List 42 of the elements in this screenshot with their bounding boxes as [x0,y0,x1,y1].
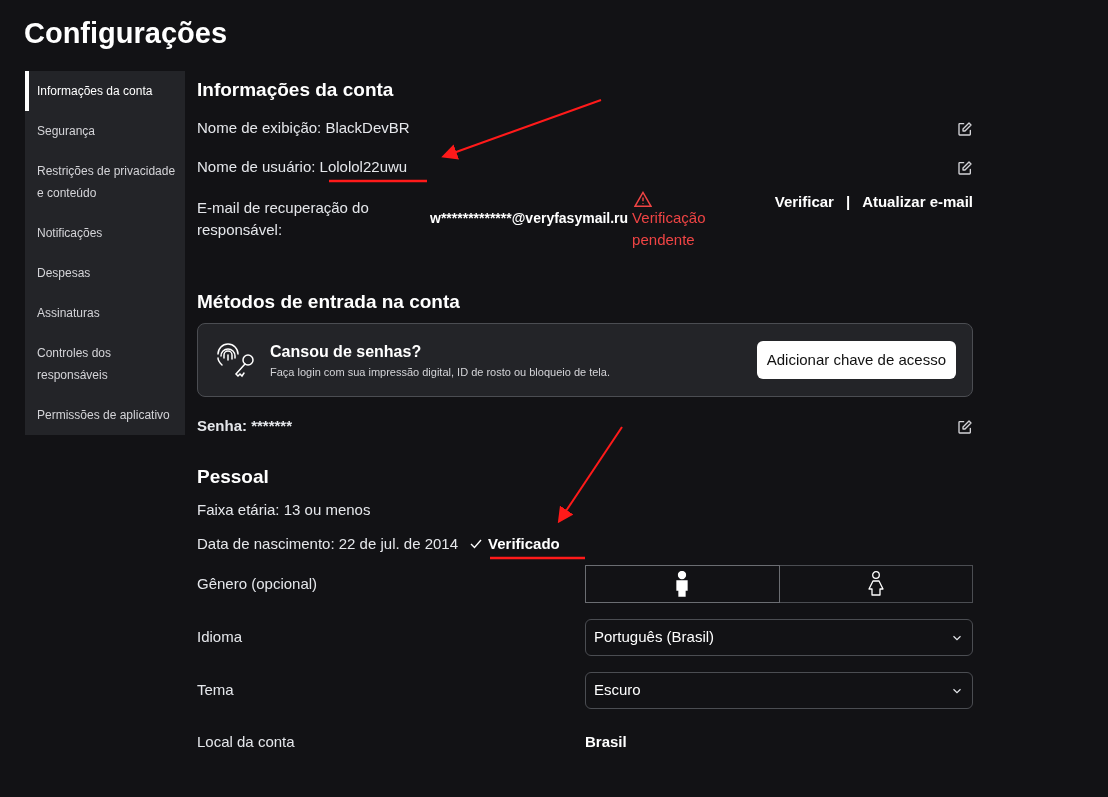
link-separator: | [845,192,851,212]
update-email-link[interactable]: Atualizar e-mail [862,191,973,214]
dropdown[interactable]: Português (Brasil) [585,619,973,656]
verify-link[interactable]: Verificar [774,191,834,214]
check-icon [470,539,483,549]
sidebar-item[interactable]: Restrições de privacidade e conteúdo [25,151,185,213]
dropdown[interactable]: Escuro [585,672,973,709]
sidebar-item[interactable]: Segurança [25,111,185,151]
edit-icon[interactable] [957,159,973,176]
field-label: Tema [197,680,235,701]
verified-text: Verificado [488,533,560,554]
gender-label: Gênero (opcional) [197,573,318,594]
display-name-text: Nome de exibição: BlackDevBR [197,118,410,139]
gender-option[interactable] [585,565,780,603]
sidebar-item[interactable]: Notificações [25,213,185,253]
page-title: Configurações [24,16,228,51]
add-passkey-button[interactable]: Adicionar chave de acesso [756,340,956,380]
recovery-email-value: w*************@veryfasymail.ru [430,209,629,228]
edit-icon[interactable] [957,418,973,435]
section-heading: Pessoal [197,464,270,489]
verification-status: Verificação pendente [632,208,707,250]
edit-icon[interactable] [957,120,973,137]
location-value: Brasil [585,731,627,752]
sidebar-item[interactable]: Assinaturas [25,293,185,333]
card-title: Cansou de senhas? [270,341,423,362]
age-range-text: Faixa etária: 13 ou menos [197,500,371,521]
birth-date-text: Data de nascimento: 22 de jul. de 2014 [197,533,459,554]
card-description: Faça login com sua impressão digital, ID de rosto ou bloqueio de tela. [270,364,610,380]
warning-icon [634,191,653,207]
sidebar-item[interactable]: Despesas [25,253,185,293]
section-heading: Informações da conta [197,77,395,102]
sidebar-item[interactable]: Controles dos responsáveis [25,333,185,395]
recovery-email-label: E-mail de recuperação do responsável: [197,198,370,240]
username-text: Nome de usuário: Lololol22uwu [197,157,408,178]
person-dress-icon [867,571,884,597]
sidebar-item[interactable]: Informações da conta [25,71,185,111]
password-text: Senha: ******* [197,416,293,437]
location-label: Local da conta [197,731,296,752]
section-heading: Métodos de entrada na conta [197,289,461,314]
person-icon [675,571,690,597]
field-label: Idioma [197,627,244,648]
sidebar-item[interactable]: Permissões de aplicativo [25,395,185,435]
